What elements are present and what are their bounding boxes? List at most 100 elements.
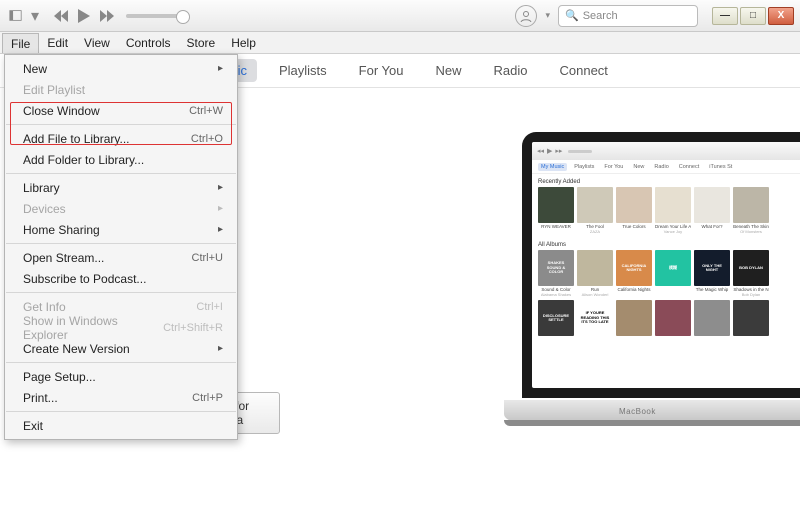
maximize-button[interactable]: □ <box>740 7 766 25</box>
menu-item-print[interactable]: Print... Ctrl+P <box>5 387 237 408</box>
album-tile: RunAlison Wonderl <box>577 250 613 297</box>
album-tile <box>733 300 769 337</box>
section-title: All Albums <box>538 242 800 248</box>
tab-new[interactable]: New <box>426 59 472 82</box>
account-icon[interactable] <box>515 5 537 27</box>
sidebar-toggle-icon[interactable] <box>6 7 24 25</box>
tab-radio[interactable]: Radio <box>484 59 538 82</box>
menu-view[interactable]: View <box>76 32 118 53</box>
menu-item-label: Home Sharing <box>23 223 100 237</box>
laptop-tab: Playlists <box>571 163 597 171</box>
menu-item-label: Create New Version <box>23 342 130 356</box>
prev-icon[interactable] <box>54 10 68 22</box>
album-tile: CALIFORNIA NIGHTSCalifornia Nights <box>616 250 652 297</box>
shortcut-label: Ctrl+U <box>192 252 223 264</box>
next-icon: ▸▸ <box>555 147 562 155</box>
play-icon[interactable] <box>78 9 90 23</box>
menu-item-page-setup[interactable]: Page Setup... <box>5 366 237 387</box>
menu-item-label: Exit <box>23 419 43 433</box>
menu-item-add-folder-to-library[interactable]: Add Folder to Library... <box>5 149 237 170</box>
search-input[interactable]: 🔍 Search <box>558 5 698 27</box>
menu-item-label: Print... <box>23 391 58 405</box>
album-tile: What For? <box>694 187 730 234</box>
album-tile: BOB DYLANShadows in the NBob Dylan <box>733 250 769 297</box>
menu-item-open-stream[interactable]: Open Stream... Ctrl+U <box>5 247 237 268</box>
macbook-illustration: ◂◂ ▶ ▸▸ ≡ 🔍 My Music Playlists For You New R… <box>504 132 800 462</box>
window-controls: — □ X <box>712 7 794 25</box>
close-button[interactable]: X <box>768 7 794 25</box>
menu-help[interactable]: Help <box>223 32 264 53</box>
laptop-tab: Radio <box>651 163 671 171</box>
laptop-tab: My Music <box>538 163 567 171</box>
shortcut-label: Ctrl+I <box>196 301 223 313</box>
album-tile: True Colors <box>616 187 652 234</box>
menu-item-show-in-windows-explorer: Show in Windows ExplorerCtrl+Shift+R <box>5 317 237 338</box>
menu-item-label: Add Folder to Library... <box>23 153 144 167</box>
menu-store[interactable]: Store <box>179 32 224 53</box>
laptop-tab: Connect <box>676 163 703 171</box>
search-icon: 🔍 <box>565 9 579 22</box>
menu-controls[interactable]: Controls <box>118 32 179 53</box>
menu-item-label: Close Window <box>23 104 100 118</box>
menu-item-label: Show in Windows Explorer <box>23 314 163 342</box>
album-tile: ONLY THE NIGHTThe Magic Whip <box>694 250 730 297</box>
laptop-toolbar: ◂◂ ▶ ▸▸ ≡ 🔍 <box>532 142 800 160</box>
tab-connect[interactable]: Connect <box>549 59 617 82</box>
minimize-button[interactable]: — <box>712 7 738 25</box>
laptop-tab: iTunes St <box>706 163 735 171</box>
menu-item-subscribe-to-podcast[interactable]: Subscribe to Podcast... <box>5 268 237 289</box>
menu-item-add-file-to-library[interactable]: Add File to Library... Ctrl+O <box>5 128 237 149</box>
title-bar: ▾ ▾ 🔍 Search — □ X <box>0 0 800 32</box>
laptop-tabs: My Music Playlists For You New Radio Connecti… <box>532 160 800 174</box>
chevron-down-icon[interactable]: ▾ <box>26 7 44 25</box>
menu-item-label: New <box>23 62 47 76</box>
album-tile: The FoolZAZA <box>577 187 613 234</box>
next-icon[interactable] <box>100 10 114 22</box>
album-tile: DISCLOSURE SETTLE <box>538 300 574 337</box>
menu-item-exit[interactable]: Exit <box>5 415 237 436</box>
menu-edit[interactable]: Edit <box>39 32 76 53</box>
playback-controls <box>54 9 114 23</box>
laptop-tab: For You <box>601 163 626 171</box>
menu-item-library[interactable]: Library <box>5 177 237 198</box>
menu-item-label: Subscribe to Podcast... <box>23 272 146 286</box>
menu-item-new[interactable]: New <box>5 58 237 79</box>
menu-item-create-new-version[interactable]: Create New Version <box>5 338 237 359</box>
menu-file[interactable]: File <box>2 33 39 53</box>
laptop-tab: New <box>630 163 647 171</box>
album-tile: Beneath The SkinOf Monsters <box>733 187 769 234</box>
tab-for-you[interactable]: For You <box>349 59 414 82</box>
album-tile <box>655 300 691 337</box>
menu-item-close-window[interactable]: Close Window Ctrl+W <box>5 100 237 121</box>
file-menu-dropdown: New Edit Playlist Close Window Ctrl+W Add Fi… <box>4 54 238 440</box>
menu-item-home-sharing[interactable]: Home Sharing <box>5 219 237 240</box>
menu-item-label: Edit Playlist <box>23 83 85 97</box>
play-icon: ▶ <box>547 147 552 155</box>
menu-item-label: Get Info <box>23 300 66 314</box>
shortcut-label: Ctrl+Shift+R <box>163 322 223 334</box>
album-tile <box>694 300 730 337</box>
menu-item-devices: Devices <box>5 198 237 219</box>
menu-item-label: Library <box>23 181 60 195</box>
volume-slider[interactable] <box>126 14 184 18</box>
shortcut-label: Ctrl+P <box>192 392 223 404</box>
shortcut-label: Ctrl+O <box>191 133 223 145</box>
menu-item-label: Add File to Library... <box>23 132 130 146</box>
album-tile: RYN WEAVER <box>538 187 574 234</box>
album-tile: 模糊 <box>655 250 691 297</box>
laptop-model-label: MacBook <box>619 407 656 416</box>
search-placeholder: Search <box>583 10 618 22</box>
shortcut-label: Ctrl+W <box>189 105 223 117</box>
section-title: Recently Added <box>538 179 800 185</box>
tab-playlists[interactable]: Playlists <box>269 59 337 82</box>
album-tile: Dream Your Life AwayVance Joy <box>655 187 691 234</box>
volume-slider <box>568 150 592 153</box>
menu-item-label: Open Stream... <box>23 251 104 265</box>
chevron-down-icon[interactable]: ▾ <box>545 10 550 21</box>
prev-icon: ◂◂ <box>537 147 544 155</box>
album-tile <box>616 300 652 337</box>
menu-item-label: Devices <box>23 202 66 216</box>
album-tile: IF YOURE READING THIS ITS TOO LATE <box>577 300 613 337</box>
menu-item-edit-playlist: Edit Playlist <box>5 79 237 100</box>
album-tile: SHAKES SOUND & COLORSound & ColorAlabama… <box>538 250 574 297</box>
